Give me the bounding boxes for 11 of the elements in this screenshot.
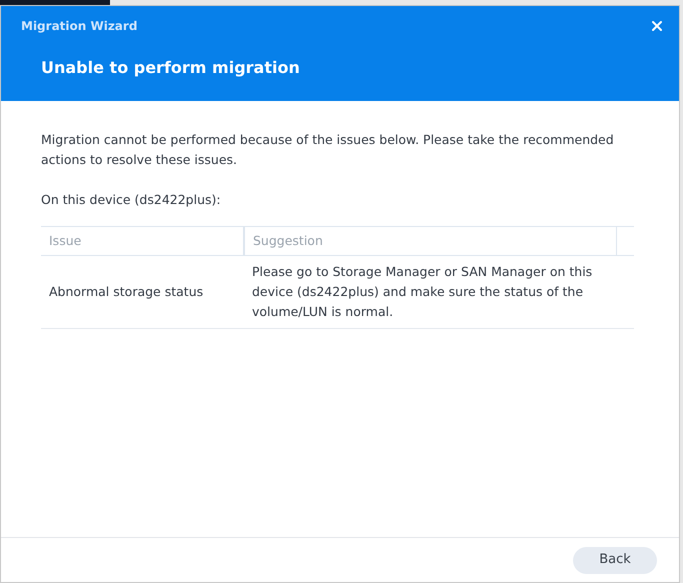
table-cell-text: Please go to Storage Manager or SAN Manager on this device (ds2422plus) and make sure the status of the volume/LUN is normal. (251, 263, 594, 321)
device-label: On this device (ds2422plus): (41, 191, 222, 209)
message-text: Migration cannot be performed because of the issues below. Please take the recommended actions to resolve these issues. (41, 131, 615, 169)
back-button[interactable]: Back (573, 546, 657, 574)
close-icon (649, 18, 665, 34)
table-cell-text: Abnormal storage status (48, 282, 204, 301)
column-header: Issue (41, 227, 244, 255)
window-title: Migration Wizard (21, 18, 138, 35)
column-header: Suggestion (244, 227, 617, 255)
close-button[interactable] (649, 18, 665, 34)
dialog-heading: Unable to perform migration (41, 57, 301, 79)
